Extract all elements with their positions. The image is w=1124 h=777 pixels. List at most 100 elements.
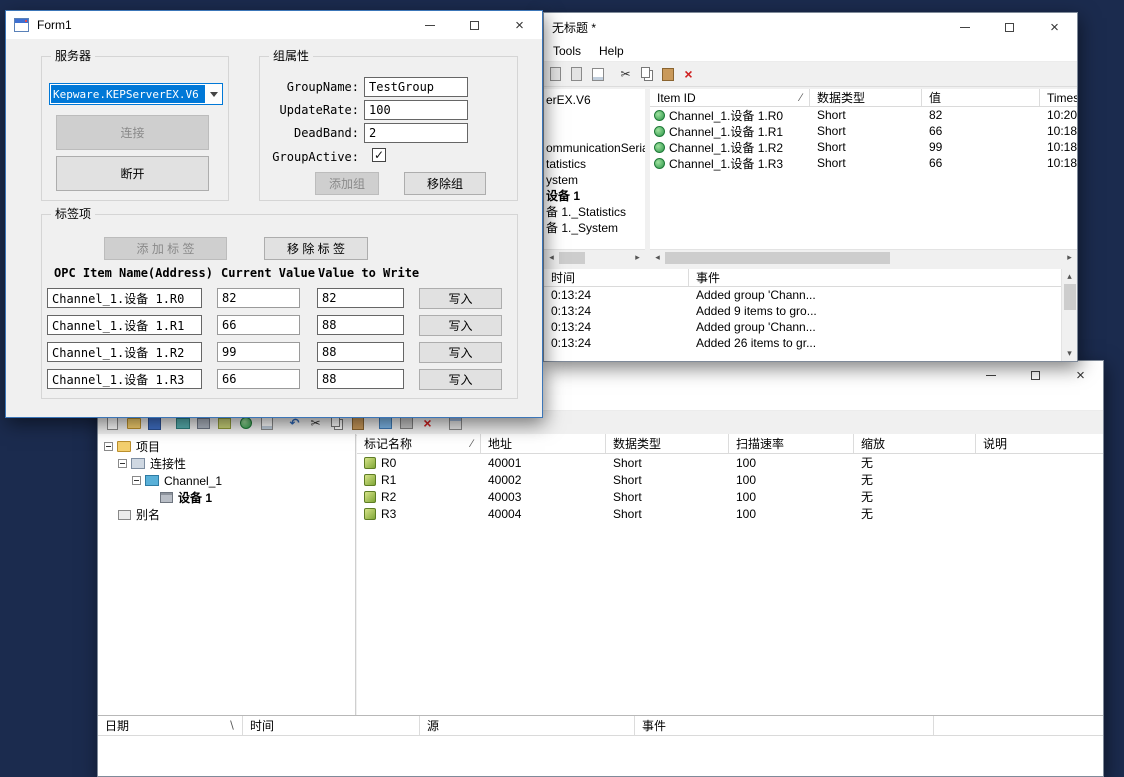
remove-group-button[interactable]: 移除组 bbox=[404, 172, 486, 195]
menu-help[interactable]: Help bbox=[590, 44, 633, 58]
tree-horizontal-scrollbar[interactable]: ◂ ▸ bbox=[544, 249, 645, 265]
tree-item-project[interactable]: 项目 bbox=[98, 438, 355, 455]
log-row[interactable]: 0:13:24 Added 9 items to gro... bbox=[544, 303, 1077, 319]
minimize-button[interactable] bbox=[407, 11, 452, 39]
tag-row[interactable]: R1 40002 Short 100 无 bbox=[357, 471, 1103, 488]
log-row[interactable]: 0:13:24 Added group 'Chann... bbox=[544, 319, 1077, 335]
column-header-scan-rate[interactable]: 扫描速率 bbox=[729, 434, 854, 453]
scrollbar-thumb[interactable] bbox=[1064, 284, 1076, 310]
column-header-time[interactable]: 时间 bbox=[544, 269, 689, 286]
collapse-icon[interactable] bbox=[118, 459, 127, 468]
current-value-field[interactable]: 82 bbox=[217, 288, 300, 308]
column-header-time[interactable]: 时间 bbox=[243, 716, 420, 735]
current-value-field[interactable]: 66 bbox=[217, 369, 300, 389]
scroll-right-icon[interactable]: ▸ bbox=[1062, 250, 1077, 265]
collapse-icon[interactable] bbox=[104, 442, 113, 451]
delete-icon[interactable]: × bbox=[679, 65, 698, 84]
tree-item-group[interactable]: ommunicationSerializa bbox=[544, 139, 645, 156]
column-header-address[interactable]: 地址 bbox=[481, 434, 606, 453]
close-button[interactable]: × bbox=[1032, 13, 1077, 41]
cut-icon[interactable]: ✂ bbox=[616, 65, 635, 84]
tree-item-group[interactable]: ystem bbox=[544, 171, 645, 188]
column-header-event[interactable]: 事件 bbox=[689, 269, 1061, 286]
tree-item-device-1[interactable]: 设备 1 bbox=[98, 489, 355, 506]
column-header-data-type[interactable]: 数据类型 bbox=[810, 89, 922, 106]
export-icon[interactable] bbox=[546, 65, 565, 84]
scroll-left-icon[interactable]: ◂ bbox=[650, 250, 665, 265]
column-header-event[interactable]: 事件 bbox=[635, 716, 934, 735]
tag-row[interactable]: R2 40003 Short 100 无 bbox=[357, 488, 1103, 505]
menu-tools[interactable]: Tools bbox=[544, 44, 590, 58]
scrollbar-thumb[interactable] bbox=[665, 252, 890, 264]
write-button[interactable]: 写入 bbox=[419, 288, 502, 309]
tree-item-channel-1[interactable]: Channel_1 bbox=[98, 472, 355, 489]
tree-item-connectivity[interactable]: 连接性 bbox=[98, 455, 355, 472]
close-button[interactable]: × bbox=[497, 11, 542, 39]
tree-item-server[interactable]: erEX.V6 bbox=[544, 91, 645, 108]
column-header-scaling[interactable]: 缩放 bbox=[854, 434, 976, 453]
connect-button[interactable]: 连接 bbox=[56, 115, 209, 150]
opc-item-row[interactable]: Channel_1.设备 1.R3 Short 66 10:18 bbox=[650, 155, 1077, 171]
group-active-checkbox[interactable]: ✓ bbox=[372, 148, 386, 162]
form1-titlebar[interactable]: Form1 × bbox=[6, 11, 542, 39]
item-name-field[interactable]: Channel_1.设备 1.R3 bbox=[47, 369, 202, 389]
scroll-left-icon[interactable]: ◂ bbox=[544, 250, 559, 265]
properties-icon[interactable] bbox=[588, 65, 607, 84]
column-header-description[interactable]: 说明 bbox=[976, 434, 1103, 453]
copy-icon[interactable] bbox=[637, 65, 656, 84]
tree-item-group[interactable]: 备 1._Statistics bbox=[544, 203, 645, 220]
tree-item-group[interactable]: tatistics bbox=[544, 155, 645, 172]
opc-item-row[interactable]: Channel_1.设备 1.R0 Short 82 10:20 bbox=[650, 107, 1077, 123]
scroll-right-icon[interactable]: ▸ bbox=[630, 250, 645, 265]
tag-row[interactable]: R0 40001 Short 100 无 bbox=[357, 454, 1103, 471]
scroll-up-icon[interactable]: ▴ bbox=[1062, 269, 1077, 284]
column-header-source[interactable]: 源 bbox=[420, 716, 635, 735]
minimize-button[interactable] bbox=[942, 13, 987, 41]
quick-client-titlebar[interactable]: 无标题 * × bbox=[544, 13, 1077, 41]
write-button[interactable]: 写入 bbox=[419, 315, 502, 336]
collapse-icon[interactable] bbox=[132, 476, 141, 485]
column-header-item-id[interactable]: Item ID ∕ bbox=[650, 89, 810, 106]
tree-item-aliases[interactable]: 别名 bbox=[98, 506, 355, 523]
group-name-field[interactable]: TestGroup bbox=[364, 77, 468, 97]
write-button[interactable]: 写入 bbox=[419, 369, 502, 390]
update-rate-field[interactable]: 100 bbox=[364, 100, 468, 120]
maximize-button[interactable] bbox=[1013, 361, 1058, 390]
log-vertical-scrollbar[interactable]: ▴ ▾ bbox=[1061, 269, 1077, 361]
column-header-date[interactable]: 日期 ∖ bbox=[98, 716, 243, 735]
dead-band-field[interactable]: 2 bbox=[364, 123, 468, 143]
opc-item-row[interactable]: Channel_1.设备 1.R2 Short 99 10:18 bbox=[650, 139, 1077, 155]
combo-dropdown-button[interactable] bbox=[206, 84, 222, 104]
log-row[interactable]: 0:13:24 Added 26 items to gr... bbox=[544, 335, 1077, 351]
server-select[interactable]: Kepware.KEPServerEX.V6 bbox=[49, 83, 223, 105]
write-button[interactable]: 写入 bbox=[419, 342, 502, 363]
scroll-down-icon[interactable]: ▾ bbox=[1062, 346, 1077, 361]
column-header-timestamp[interactable]: Times bbox=[1040, 89, 1077, 106]
current-value-field[interactable]: 66 bbox=[217, 315, 300, 335]
log-row[interactable]: 0:13:24 Added group 'Chann... bbox=[544, 287, 1077, 303]
item-name-field[interactable]: Channel_1.设备 1.R1 bbox=[47, 315, 202, 335]
import-icon[interactable] bbox=[567, 65, 586, 84]
write-value-field[interactable]: 82 bbox=[317, 288, 404, 308]
tree-item-device-group[interactable]: 设备 1 bbox=[544, 187, 645, 204]
scrollbar-thumb[interactable] bbox=[559, 252, 585, 264]
item-name-field[interactable]: Channel_1.设备 1.R0 bbox=[47, 288, 202, 308]
item-list-horizontal-scrollbar[interactable]: ◂ ▸ bbox=[650, 249, 1077, 265]
column-header-tag-name[interactable]: 标记名称 ∕ bbox=[357, 434, 481, 453]
tag-row[interactable]: R3 40004 Short 100 无 bbox=[357, 505, 1103, 522]
paste-icon[interactable] bbox=[658, 65, 677, 84]
minimize-button[interactable] bbox=[968, 361, 1013, 390]
column-header-value[interactable]: 值 bbox=[922, 89, 1040, 106]
tree-item-group[interactable]: 备 1._System bbox=[544, 219, 645, 236]
close-button[interactable]: × bbox=[1058, 361, 1103, 390]
add-group-button[interactable]: 添加组 bbox=[315, 172, 379, 195]
write-value-field[interactable]: 88 bbox=[317, 369, 404, 389]
add-tag-button[interactable]: 添 加 标 签 bbox=[104, 237, 227, 260]
opc-item-row[interactable]: Channel_1.设备 1.R1 Short 66 10:18 bbox=[650, 123, 1077, 139]
write-value-field[interactable]: 88 bbox=[317, 315, 404, 335]
column-header-data-type[interactable]: 数据类型 bbox=[606, 434, 729, 453]
maximize-button[interactable] bbox=[987, 13, 1032, 41]
disconnect-button[interactable]: 断开 bbox=[56, 156, 209, 191]
write-value-field[interactable]: 88 bbox=[317, 342, 404, 362]
maximize-button[interactable] bbox=[452, 11, 497, 39]
